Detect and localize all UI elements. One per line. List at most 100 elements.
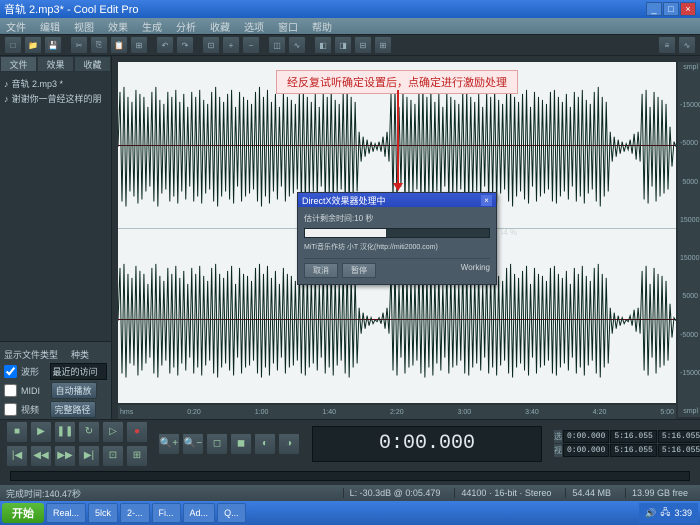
rewind-button[interactable]: ◀◀ (30, 445, 52, 467)
record-button[interactable]: ● (126, 421, 148, 443)
task-button[interactable]: Ad... (183, 503, 216, 523)
amplitude-scale: smpl-15000-5000500015000 150005000-5000-… (678, 62, 700, 417)
maximize-button[interactable]: □ (663, 2, 679, 16)
tray-clock[interactable]: 3:39 (674, 508, 692, 518)
list-item[interactable]: ♪谢谢你一曾经这样的朋 (4, 91, 107, 106)
menu-favorites[interactable]: 收藏 (210, 19, 230, 34)
zoom-in-trans-button[interactable]: 🔍+ (158, 433, 180, 455)
menu-generate[interactable]: 生成 (142, 19, 162, 34)
sel-start[interactable]: 0:00.000 (563, 430, 609, 443)
task-button[interactable]: Real... (46, 503, 86, 523)
task-button[interactable]: Q... (217, 503, 246, 523)
stop-button[interactable]: ■ (6, 421, 28, 443)
view-len[interactable]: 5:16.055 (658, 444, 700, 457)
tab-effects[interactable]: 效果 (37, 56, 74, 72)
view-start[interactable]: 0:00.000 (563, 444, 609, 457)
pause-trans-button[interactable]: ❚❚ (54, 421, 76, 443)
zoom-sel2-button[interactable]: ◼ (230, 433, 252, 455)
wave-checkbox[interactable] (4, 365, 17, 378)
zoom-right-button[interactable]: ◑ (278, 433, 300, 455)
progress-percent: 44 % (499, 228, 517, 237)
save-icon[interactable]: 💾 (44, 36, 62, 54)
tool4-icon[interactable]: ⊞ (374, 36, 392, 54)
sel-len[interactable]: 5:16.055 (658, 430, 700, 443)
status-bar: 完成时间:140.47秒 L: -30.3dB @ 0:05.479 44100… (0, 485, 700, 501)
menu-options[interactable]: 选项 (244, 19, 264, 34)
zoom-full-button[interactable]: ⊡ (102, 445, 124, 467)
mix-paste-icon[interactable]: ⊞ (130, 36, 148, 54)
time-remaining-label: 估计剩余时间:10 秒 (304, 213, 490, 224)
sidebar-options: 显示文件类型 种类 波形 最近的访问 MIDI 自动播放 视频 完整路径 (0, 341, 111, 419)
zoom-in-icon[interactable]: + (222, 36, 240, 54)
play-loop-button[interactable]: ↻ (78, 421, 100, 443)
zoom-sel-trans-button[interactable]: ⊞ (126, 445, 148, 467)
system-tray[interactable]: 🔊 🖧 3:39 (639, 503, 698, 523)
recent-select[interactable]: 最近的访问 (50, 363, 107, 380)
tray-icon[interactable]: 🖧 (660, 505, 670, 521)
pause-button[interactable]: 暂停 (342, 263, 376, 278)
menu-edit[interactable]: 编辑 (40, 19, 60, 34)
fullpath-button[interactable]: 完整路径 (50, 401, 96, 418)
selection-panel: 选 0:00.000 5:16.055 5:16.055 视 0:00.000 … (554, 430, 694, 457)
menu-file[interactable]: 文件 (6, 19, 26, 34)
menu-analyze[interactable]: 分析 (176, 19, 196, 34)
level-meter (10, 471, 690, 481)
menubar: 文件 编辑 视图 效果 生成 分析 收藏 选项 窗口 帮助 (0, 18, 700, 34)
new-icon[interactable]: □ (4, 36, 22, 54)
midi-checkbox[interactable] (4, 384, 17, 397)
play-button[interactable]: ▶ (30, 421, 52, 443)
status-label: Working (461, 263, 490, 278)
zoom-out-icon[interactable]: − (242, 36, 260, 54)
cancel-button[interactable]: 取消 (304, 263, 338, 278)
list-item[interactable]: ♪音轨 2.mp3 * (4, 76, 107, 91)
waveform-canvas[interactable]: 经反复试听确定设置后，点确定进行激励处理 DirectX效果器处理中 × 估计剩… (118, 62, 676, 403)
task-button[interactable]: 2-... (120, 503, 150, 523)
cut-icon[interactable]: ✂ (70, 36, 88, 54)
edit-view-icon[interactable]: ∿ (678, 36, 696, 54)
zoom-left-button[interactable]: ◐ (254, 433, 276, 455)
zoom-full2-button[interactable]: ◻ (206, 433, 228, 455)
view-end[interactable]: 5:16.055 (610, 444, 656, 457)
menu-effects[interactable]: 效果 (108, 19, 128, 34)
ffwd-button[interactable]: ▶▶ (54, 445, 76, 467)
menu-window[interactable]: 窗口 (278, 19, 298, 34)
goto-start-button[interactable]: |◀ (6, 445, 28, 467)
zoom-sel-icon[interactable]: ⊡ (202, 36, 220, 54)
tool-icon[interactable]: ◧ (314, 36, 332, 54)
play-sel-button[interactable]: ▷ (102, 421, 124, 443)
close-button[interactable]: × (680, 2, 696, 16)
transport-bar: ■ ▶ ❚❚ ↻ ▷ ● |◀ ◀◀ ▶▶ ▶| ⊡ ⊞ 🔍+ 🔍− ◻ ◼ ◐… (0, 419, 700, 467)
redo-icon[interactable]: ↷ (176, 36, 194, 54)
completion-time: 完成时间:140.47秒 (6, 487, 81, 500)
sel-end[interactable]: 5:16.055 (610, 430, 656, 443)
wave-icon[interactable]: ∿ (288, 36, 306, 54)
menu-view[interactable]: 视图 (74, 19, 94, 34)
autoplay-button[interactable]: 自动播放 (51, 382, 97, 399)
start-button[interactable]: 开始 (2, 503, 44, 523)
time-ruler[interactable]: hms0:201:001:402:203:003:404:205:00 (118, 405, 676, 419)
tab-files[interactable]: 文件 (0, 56, 37, 72)
minimize-button[interactable]: _ (646, 2, 662, 16)
dialog-titlebar[interactable]: DirectX效果器处理中 × (298, 193, 496, 207)
video-checkbox[interactable] (4, 403, 17, 416)
menu-help[interactable]: 帮助 (312, 19, 332, 34)
goto-end-button[interactable]: ▶| (78, 445, 100, 467)
tab-favorites[interactable]: 收藏 (74, 56, 111, 72)
windows-taskbar: 开始 Real... 5lck 2-... Fi... Ad... Q... 🔊… (0, 501, 700, 525)
dialog-close-icon[interactable]: × (481, 195, 492, 206)
tool2-icon[interactable]: ◨ (334, 36, 352, 54)
task-button[interactable]: 5lck (88, 503, 118, 523)
toolbar: □ 📁 💾 ✂ ⎘ 📋 ⊞ ↶ ↷ ⊡ + − ◫ ∿ ◧ ◨ ⊟ ⊞ ≡ ∿ (0, 34, 700, 56)
open-icon[interactable]: 📁 (24, 36, 42, 54)
level-meter-row (0, 467, 700, 485)
task-button[interactable]: Fi... (152, 503, 181, 523)
multitrack-icon[interactable]: ≡ (658, 36, 676, 54)
tool3-icon[interactable]: ⊟ (354, 36, 372, 54)
undo-icon[interactable]: ↶ (156, 36, 174, 54)
tray-icon[interactable]: 🔊 (645, 508, 656, 519)
zoom-out-trans-button[interactable]: 🔍− (182, 433, 204, 455)
spectral-icon[interactable]: ◫ (268, 36, 286, 54)
size-readout: 54.44 MB (565, 488, 617, 498)
copy-icon[interactable]: ⎘ (90, 36, 108, 54)
paste-icon[interactable]: 📋 (110, 36, 128, 54)
